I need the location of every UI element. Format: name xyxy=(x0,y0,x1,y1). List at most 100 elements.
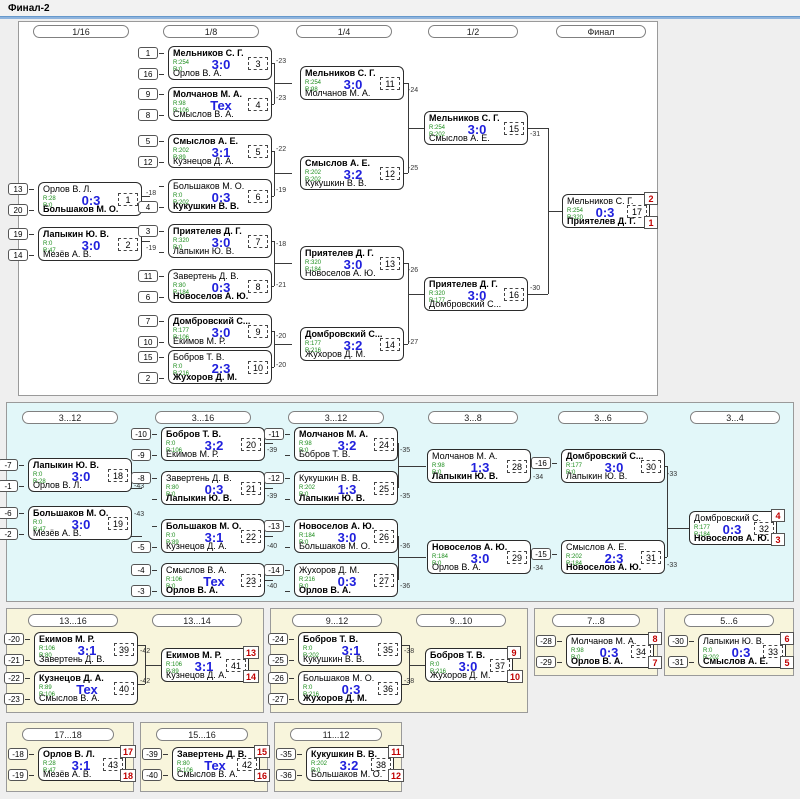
player-b: Орлов В. А. xyxy=(173,68,222,78)
connector-id: -31 xyxy=(530,131,541,138)
seed-chip: 13 xyxy=(8,183,28,195)
seed-chip: 15 xyxy=(138,351,158,363)
player-b: Жухоров Д. М. xyxy=(430,670,491,680)
rating-a: R:184 xyxy=(299,533,316,539)
connector-id: -40 xyxy=(267,583,278,590)
seed-chip: -22 xyxy=(4,672,24,684)
place-badge: 17 xyxy=(120,745,136,758)
seed-chip: -23 xyxy=(4,693,24,705)
seed-chip: -16 xyxy=(531,457,551,469)
seed-chip: -20 xyxy=(4,633,24,645)
connector xyxy=(528,128,548,129)
seed-chip: -18 xyxy=(8,748,28,760)
player-b: Жухоров Д. М. xyxy=(305,349,366,359)
player-b: Молчанов М. А. xyxy=(305,88,371,98)
rating-a: R:0 xyxy=(173,193,183,199)
player-b: Большаков М. О. xyxy=(311,769,383,779)
place-badge: 11 xyxy=(388,745,404,758)
window-title-bar: Финал-2 xyxy=(0,0,800,17)
connector-id: -22 xyxy=(276,146,287,153)
place-badge: 13 xyxy=(243,646,259,659)
place-badge: 10 xyxy=(507,670,523,683)
seed-chip: 6 xyxy=(138,291,158,303)
connector-id: -38 xyxy=(404,678,415,685)
round-header-9-10: 9...10 xyxy=(416,614,506,627)
connector-id: -42 xyxy=(140,648,151,655)
round-header-15-16: 15...16 xyxy=(156,728,248,741)
rating-a: R:98 xyxy=(432,463,445,469)
connector-id: -38 xyxy=(404,648,415,655)
round-header-1-2: 1/2 xyxy=(428,25,518,38)
rating-a: R:0 xyxy=(430,662,440,668)
rating-a: R:177 xyxy=(305,341,322,347)
connector-id: -23 xyxy=(276,95,287,102)
player-b: Домбровский С... xyxy=(429,299,502,309)
round-header-17-18: 17...18 xyxy=(22,728,114,741)
seed-chip: -6 xyxy=(0,507,18,519)
rating-a: R:106 xyxy=(39,646,56,652)
player-b: Жухоров Д. М. xyxy=(303,693,367,703)
round-header-l2: 3...16 xyxy=(155,411,251,424)
connector xyxy=(274,263,292,264)
seed-chip: 7 xyxy=(138,315,158,327)
rating-a: R:28 xyxy=(43,196,56,202)
seed-chip: -19 xyxy=(8,769,28,781)
player-b: Смыслов А. Е. xyxy=(429,133,490,143)
seed-chip: -21 xyxy=(4,654,24,666)
rating-a: R:0 xyxy=(303,685,313,691)
connector-id: -30 xyxy=(530,285,541,292)
title-accent-line xyxy=(0,17,800,19)
connector-id: -23 xyxy=(276,58,287,65)
rating-a: R:254 xyxy=(429,125,446,131)
seed-chip: -8 xyxy=(131,472,151,484)
rating-a: R:202 xyxy=(305,170,322,176)
rating-a: R:177 xyxy=(173,328,190,334)
seed-chip: 2 xyxy=(138,372,158,384)
rating-a: R:202 xyxy=(299,485,316,491)
seed-chip: 5 xyxy=(138,135,158,147)
rating-a: R:177 xyxy=(694,525,711,531)
player-b: Завертень Д. В. xyxy=(39,654,105,664)
connector-id: -21 xyxy=(276,282,287,289)
round-header-l6: 3...4 xyxy=(690,411,780,424)
seed-chip: 16 xyxy=(138,68,158,80)
connector xyxy=(408,263,409,344)
rating-a: R:80 xyxy=(166,485,179,491)
rating-a: R:28 xyxy=(43,761,56,767)
seed-chip: -28 xyxy=(536,635,556,647)
connector xyxy=(274,344,292,345)
player-b: Екимов М. Р. xyxy=(173,336,226,346)
connector xyxy=(667,466,668,557)
seed-chip: -25 xyxy=(268,654,288,666)
player-b: Лапыкин Ю. В. xyxy=(299,493,365,503)
seed-chip: -15 xyxy=(531,548,551,560)
place-badge: 6 xyxy=(780,632,794,645)
connector-id: -39 xyxy=(267,493,278,500)
player-b: Орлов В. А. xyxy=(299,585,351,595)
rating-a: R:202 xyxy=(173,148,190,154)
round-header-11-12: 11...12 xyxy=(290,728,382,741)
seed-chip: -9 xyxy=(131,449,151,461)
connector xyxy=(667,528,689,529)
place-badge: 7 xyxy=(648,656,662,669)
connector-id: -19 xyxy=(276,187,287,194)
connector-id: -19 xyxy=(146,245,157,252)
rating-a: R:254 xyxy=(567,208,584,214)
player-b: Новоселов А. Ю. xyxy=(173,291,249,301)
round-header-1-4: 1/4 xyxy=(296,25,392,38)
seed-chip: -24 xyxy=(268,633,288,645)
round-header-13-16: 13...16 xyxy=(28,614,118,627)
seed-chip: -12 xyxy=(264,472,284,484)
rating-a: R:0 xyxy=(303,646,313,652)
rating-a: R:177 xyxy=(566,463,583,469)
place-badge: 12 xyxy=(388,769,404,782)
seed-chip: -13 xyxy=(264,520,284,532)
player-b: Мезёв А. В. xyxy=(43,769,92,779)
place-badge: 8 xyxy=(648,632,662,645)
seed-chip: -14 xyxy=(264,564,284,576)
player-b: Кукушкин В. В. xyxy=(303,654,365,664)
place-badge: 16 xyxy=(254,769,270,782)
seed-chip: -5 xyxy=(131,541,151,553)
connector-id: -39 xyxy=(267,447,278,454)
connector xyxy=(528,294,548,295)
